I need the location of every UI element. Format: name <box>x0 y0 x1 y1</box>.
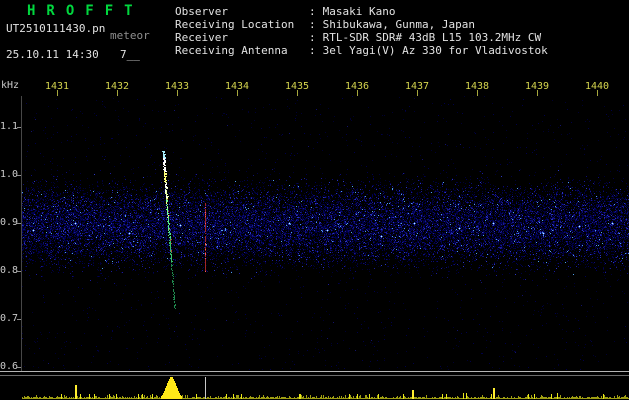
info-colon: : <box>309 31 316 44</box>
freq-unit-label: kHz <box>1 80 20 91</box>
counter-label: 7__ <box>120 48 140 61</box>
info-label: Receiving Antenna <box>175 44 288 57</box>
separator-line-lower <box>0 375 629 376</box>
datetime-label: 25.10.11 14:30 <box>6 48 99 61</box>
info-label: Observer <box>175 5 228 18</box>
info-value: Masaki Kano <box>322 5 396 18</box>
hrofft-window: HROFFT UT2510111430.pn meteor 25.10.11 1… <box>0 0 629 400</box>
info-label: Receiver <box>175 31 228 44</box>
freq-tick-label: 0.9 <box>0 217 19 228</box>
app-title: HROFFT <box>27 3 144 19</box>
freq-tick-label: 1.0 <box>0 169 19 180</box>
info-value: 3el Yagi(V) Az 330 for Vladivostok <box>322 44 548 57</box>
signal-level-strip-canvas <box>22 377 629 399</box>
output-filename: UT2510111430.pn <box>6 22 106 35</box>
info-value: Shibukawa, Gunma, Japan <box>322 18 475 31</box>
freq-tick-label: 0.8 <box>0 265 19 276</box>
info-row-observer: Observer : Masaki Kano <box>175 5 548 18</box>
separator-line-upper <box>0 371 629 372</box>
info-colon: : <box>309 44 316 57</box>
info-row-receiver: Receiver : RTL-SDR SDR# 43dB L15 103.2MH… <box>175 31 548 44</box>
station-info: Observer : Masaki Kano Receiving Locatio… <box>175 5 548 57</box>
info-label: Receiving Location <box>175 18 295 31</box>
mode-label: meteor <box>110 29 150 42</box>
info-colon: : <box>309 18 316 31</box>
spectrogram-canvas <box>22 96 629 370</box>
info-value: RTL-SDR SDR# 43dB L15 103.2MHz CW <box>322 31 542 44</box>
info-row-location: Receiving Location : Shibukawa, Gunma, J… <box>175 18 548 31</box>
freq-tick-label: 1.1 <box>0 121 19 132</box>
info-colon: : <box>309 5 316 18</box>
info-row-antenna: Receiving Antenna : 3el Yagi(V) Az 330 f… <box>175 44 548 57</box>
freq-tick-label: 0.7 <box>0 313 19 324</box>
